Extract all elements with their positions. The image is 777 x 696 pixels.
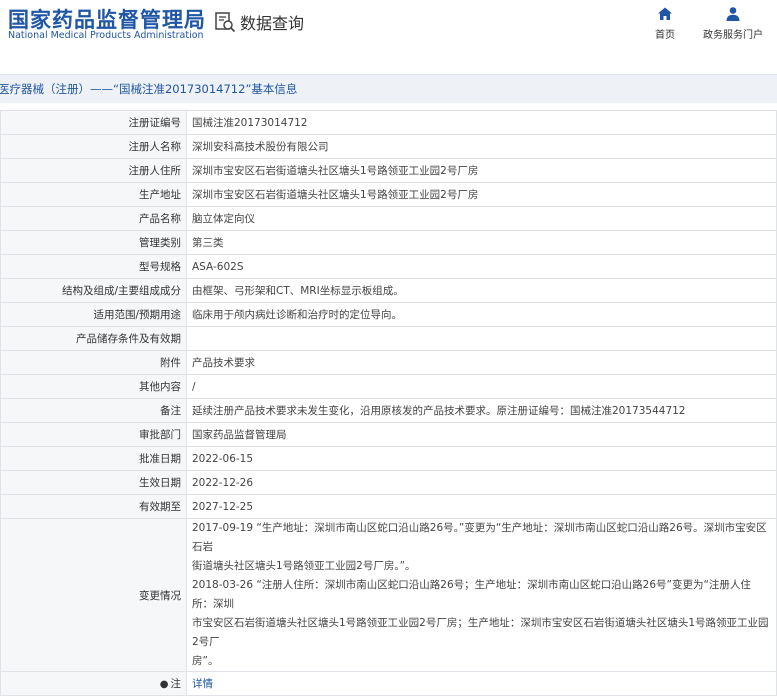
table-row: 管理类别 第三类 [0, 230, 777, 255]
row-label: 产品名称 [0, 206, 187, 231]
row-value: 第三类 [186, 230, 777, 255]
change-line: 房”。 [192, 655, 219, 667]
row-value: 脑立体定向仪 [186, 206, 777, 231]
row-label: 附件 [0, 350, 187, 375]
site-logo-en[interactable]: National Medical Products Administration [8, 30, 204, 41]
change-line: 2018-03-26 “注册人住所：深圳市南山区蛇口沿山路26号；生产地址：深圳… [192, 579, 751, 610]
table-row: 注册人住所 深圳市宝安区石岩街道塘头社区塘头1号路领亚工业园2号厂房 [0, 158, 777, 183]
row-value: 深圳市宝安区石岩街道塘头社区塘头1号路领亚工业园2号厂房 [186, 158, 777, 183]
table-row: 注册证编号 国械注准20173014712 [0, 110, 777, 135]
table-row: 生产地址 深圳市宝安区石岩街道塘头社区塘头1号路领亚工业园2号厂房 [0, 182, 777, 207]
row-label: 适用范围/预期用途 [0, 302, 187, 327]
note-row: ● 注 详情 [0, 671, 777, 696]
data-query-title: 数据查询 [240, 14, 305, 33]
table-row: 注册人名称 深圳安科高技术股份有限公司 [0, 134, 777, 159]
details-link[interactable]: 详情 [192, 678, 213, 690]
data-query-heading: 数据查询 [214, 10, 304, 34]
row-value: ASA-602S [186, 254, 777, 279]
change-line: 2017-09-19 “生产地址：深圳市南山区蛇口沿山路26号。”变更为“生产地… [192, 522, 767, 553]
change-history-row: 变更情况 2017-09-19 “生产地址：深圳市南山区蛇口沿山路26号。”变更… [0, 518, 777, 672]
note-label-cell: ● 注 [0, 671, 187, 696]
row-label: 生产地址 [0, 182, 187, 207]
nav-home-label: 首页 [655, 30, 675, 41]
table-row: 审批部门 国家药品监督管理局 [0, 422, 777, 447]
row-value: 延续注册产品技术要求未发生变化，沿用原核发的产品技术要求。原注册证编号：国械注准… [186, 398, 777, 423]
row-value [186, 326, 777, 351]
user-icon [726, 7, 740, 21]
change-history-value: 2017-09-19 “生产地址：深圳市南山区蛇口沿山路26号。”变更为“生产地… [186, 518, 777, 672]
data-query-icon [214, 11, 236, 33]
row-value: 深圳市宝安区石岩街道塘头社区塘头1号路领亚工业园2号厂房 [186, 182, 777, 207]
table-row: 结构及组成/主要组成成分 由框架、弓形架和CT、MRI坐标显示板组成。 [0, 278, 777, 303]
row-label: 结构及组成/主要组成成分 [0, 278, 187, 303]
row-value: / [186, 374, 777, 399]
row-value: 深圳安科高技术股份有限公司 [186, 134, 777, 159]
table-row: 有效期至 2027-12-25 [0, 494, 777, 519]
row-label: 其他内容 [0, 374, 187, 399]
table-row: 备注 延续注册产品技术要求未发生变化，沿用原核发的产品技术要求。原注册证编号：国… [0, 398, 777, 423]
row-label: 管理类别 [0, 230, 187, 255]
row-value: 2022-06-15 [186, 446, 777, 471]
row-label: 注册人名称 [0, 134, 187, 159]
row-label: 产品储存条件及有效期 [0, 326, 187, 351]
table-row: 产品名称 脑立体定向仪 [0, 206, 777, 231]
site-header: 国家药品监督管理局 National Medical Products Admi… [0, 0, 777, 58]
nav-home[interactable]: 首页 [655, 6, 675, 41]
table-row: 附件 产品技术要求 [0, 350, 777, 375]
breadcrumb-text: 医疗器械（注册）——“国械注准20173014712”基本信息 [0, 82, 298, 96]
row-value: 由框架、弓形架和CT、MRI坐标显示板组成。 [186, 278, 777, 303]
row-value: 临床用于颅内病灶诊断和治疗时的定位导向。 [186, 302, 777, 327]
row-value: 国家药品监督管理局 [186, 422, 777, 447]
note-value-cell: 详情 [186, 671, 777, 696]
home-icon [658, 7, 672, 20]
row-label: 备注 [0, 398, 187, 423]
table-row: 生效日期 2022-12-26 [0, 470, 777, 495]
change-history-label: 变更情况 [0, 518, 187, 672]
row-label: 注册人住所 [0, 158, 187, 183]
breadcrumb: 医疗器械（注册）——“国械注准20173014712”基本信息 [0, 74, 777, 103]
table-row: 产品储存条件及有效期 [0, 326, 777, 351]
change-line: 市宝安区石岩街道塘头社区塘头1号路领亚工业园2号厂房；生产地址：深圳市宝安区石岩… [192, 617, 769, 648]
row-label: 型号规格 [0, 254, 187, 279]
row-label: 有效期至 [0, 494, 187, 519]
registration-info-table: 注册证编号 国械注准20173014712 注册人名称 深圳安科高技术股份有限公… [0, 110, 777, 696]
row-label: 注册证编号 [0, 110, 187, 135]
pin-icon: ● [159, 679, 169, 690]
table-row: 适用范围/预期用途 临床用于颅内病灶诊断和治疗时的定位导向。 [0, 302, 777, 327]
row-label: 生效日期 [0, 470, 187, 495]
table-row: 其他内容 / [0, 374, 777, 399]
row-value: 产品技术要求 [186, 350, 777, 375]
note-label: 注 [170, 678, 182, 690]
table-row: 型号规格 ASA-602S [0, 254, 777, 279]
row-label: 审批部门 [0, 422, 187, 447]
row-value: 2027-12-25 [186, 494, 777, 519]
table-row: 批准日期 2022-06-15 [0, 446, 777, 471]
row-value: 国械注准20173014712 [186, 110, 777, 135]
row-label: 批准日期 [0, 446, 187, 471]
row-value: 2022-12-26 [186, 470, 777, 495]
nav-gov-service[interactable]: 政务服务门户 [703, 6, 763, 41]
top-nav: 首页 政务服务门户 [655, 6, 763, 41]
nav-gov-service-label: 政务服务门户 [703, 30, 763, 41]
change-line: 街道塘头社区塘头1号路领亚工业园2号厂房。”。 [192, 560, 416, 572]
